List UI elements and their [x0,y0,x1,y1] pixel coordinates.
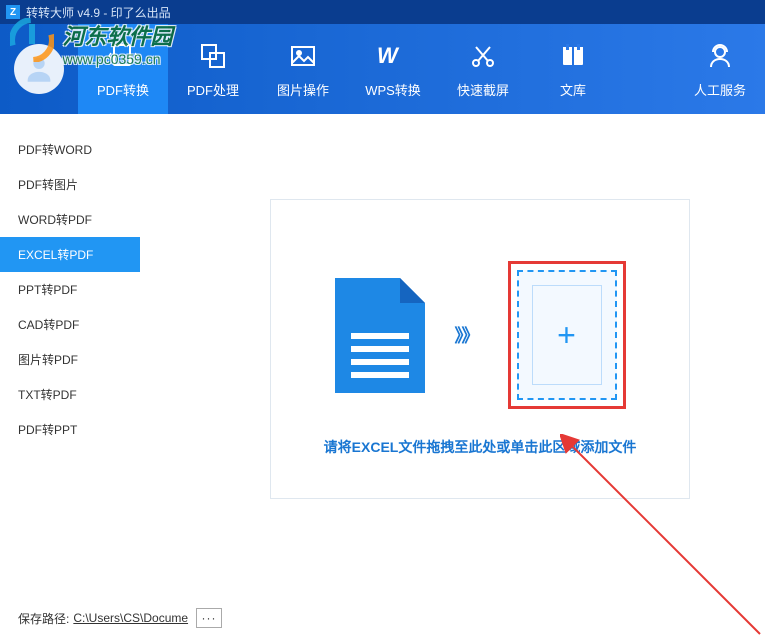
plus-icon: + [557,317,576,354]
header-nav: PDF转换 PDF处理 图片操作 W WPS转换 快速截屏 文库 人工服务 [0,24,765,114]
tab-screenshot[interactable]: 快速截屏 [438,24,528,114]
tab-image-ops[interactable]: 图片操作 [258,24,348,114]
sidebar-item-txt-to-pdf[interactable]: TXT转PDF [0,377,140,412]
dropzone-visual: 》》 + [335,261,626,409]
titlebar: Z 转转大师 v4.9 - 印了么出品 [0,0,765,24]
sidebar-item-pdf-to-word[interactable]: PDF转WORD [0,132,140,167]
dropzone-hint: 请将EXCEL文件拖拽至此处或单击此区域添加文件 [324,437,637,457]
scissors-icon [468,40,498,72]
save-path-label: 保存路径: [18,610,69,627]
browse-path-button[interactable]: ··· [196,608,222,628]
save-path-value[interactable]: C:\Users\CS\Docume [73,611,188,625]
sidebar-item-pdf-to-ppt[interactable]: PDF转PPT [0,412,140,447]
tab-pdf-convert[interactable]: PDF转换 [78,24,168,114]
wps-icon: W [377,40,409,72]
arrows-icon: 》》 [455,322,478,348]
svg-text:W: W [377,43,400,68]
support-icon [705,40,735,72]
sidebar-item-word-to-pdf[interactable]: WORD转PDF [0,202,140,237]
bottom-bar: 保存路径: C:\Users\CS\Docume ··· [18,608,222,628]
book-icon [558,40,588,72]
tab-wps-convert[interactable]: W WPS转换 [348,24,438,114]
sidebar-item-excel-to-pdf[interactable]: EXCEL转PDF [0,237,140,272]
tab-manual-service[interactable]: 人工服务 [675,24,765,114]
sidebar-item-ppt-to-pdf[interactable]: PPT转PDF [0,272,140,307]
user-avatar[interactable] [14,44,64,94]
sidebar: PDF转WORD PDF转图片 WORD转PDF EXCEL转PDF PPT转P… [0,114,140,640]
add-file-highlight: + [508,261,626,409]
sidebar-item-image-to-pdf[interactable]: 图片转PDF [0,342,140,377]
image-icon [288,40,318,72]
file-dropzone[interactable]: 》》 + 请将EXCEL文件拖拽至此处或单击此区域添加文件 [270,199,690,499]
avatar-area[interactable] [0,44,78,94]
app-icon: Z [6,5,20,19]
document-icon [335,278,425,393]
sidebar-item-cad-to-pdf[interactable]: CAD转PDF [0,307,140,342]
pdf-convert-icon [108,40,138,72]
content-area: 》》 + 请将EXCEL文件拖拽至此处或单击此区域添加文件 [140,114,765,640]
tab-pdf-process[interactable]: PDF处理 [168,24,258,114]
pdf-process-icon [198,40,228,72]
sidebar-item-pdf-to-image[interactable]: PDF转图片 [0,167,140,202]
window-title: 转转大师 v4.9 - 印了么出品 [26,4,171,21]
tab-library[interactable]: 文库 [528,24,618,114]
